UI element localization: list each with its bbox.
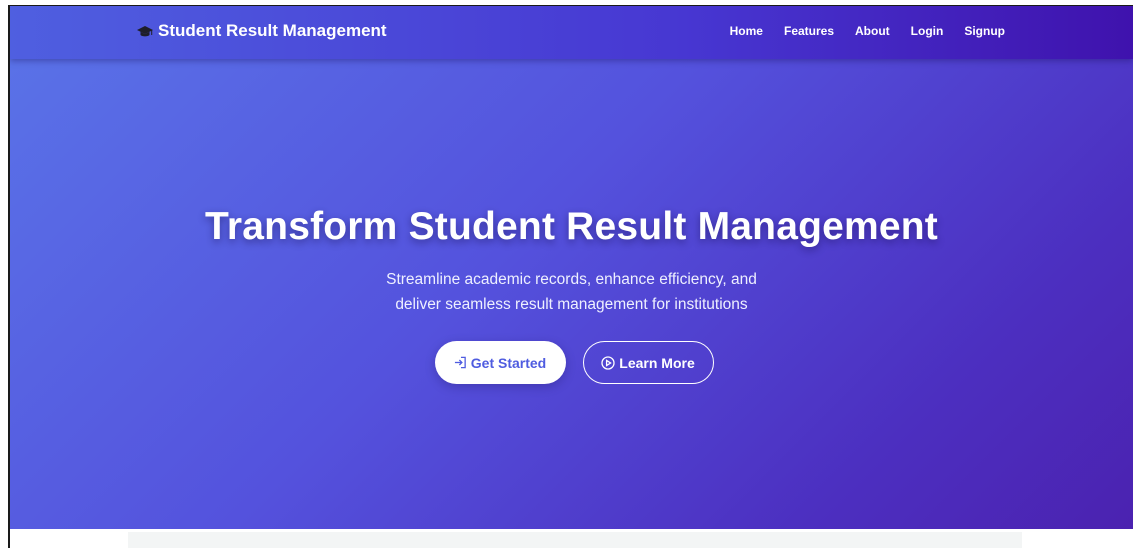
- nav-links: Home Features About Login Signup: [709, 24, 1005, 38]
- browser-viewport: Student Result Management Home Features …: [8, 5, 1133, 548]
- brand-link[interactable]: Student Result Management: [137, 21, 387, 41]
- graduation-cap-icon: [137, 24, 153, 38]
- brand-title: Student Result Management: [158, 21, 387, 40]
- play-circle-icon: [601, 355, 615, 370]
- nav-link-features[interactable]: Features: [784, 24, 834, 38]
- get-started-label: Get Started: [470, 354, 547, 371]
- nav-link-login[interactable]: Login: [911, 24, 944, 38]
- learn-more-button[interactable]: Learn More: [582, 341, 714, 384]
- nav-link-about[interactable]: About: [855, 24, 890, 38]
- get-started-button[interactable]: Get Started: [434, 341, 566, 384]
- hero-subtitle: Streamline academic records, enhance eff…: [10, 267, 1133, 317]
- hero-subtitle-line-2: deliver seamless result management for i…: [395, 296, 748, 313]
- top-navbar: Student Result Management Home Features …: [10, 6, 1133, 59]
- nav-link-signup[interactable]: Signup: [964, 24, 1005, 38]
- nav-link-home[interactable]: Home: [730, 24, 763, 38]
- cta-buttons: Get Started Learn More: [10, 341, 1133, 384]
- hero-title: Transform Student Result Management: [205, 205, 938, 248]
- learn-more-label: Learn More: [619, 354, 695, 371]
- next-section-edge: [128, 532, 1022, 548]
- sign-in-icon: [454, 356, 466, 369]
- hero-subtitle-line-1: Streamline academic records, enhance eff…: [386, 271, 757, 288]
